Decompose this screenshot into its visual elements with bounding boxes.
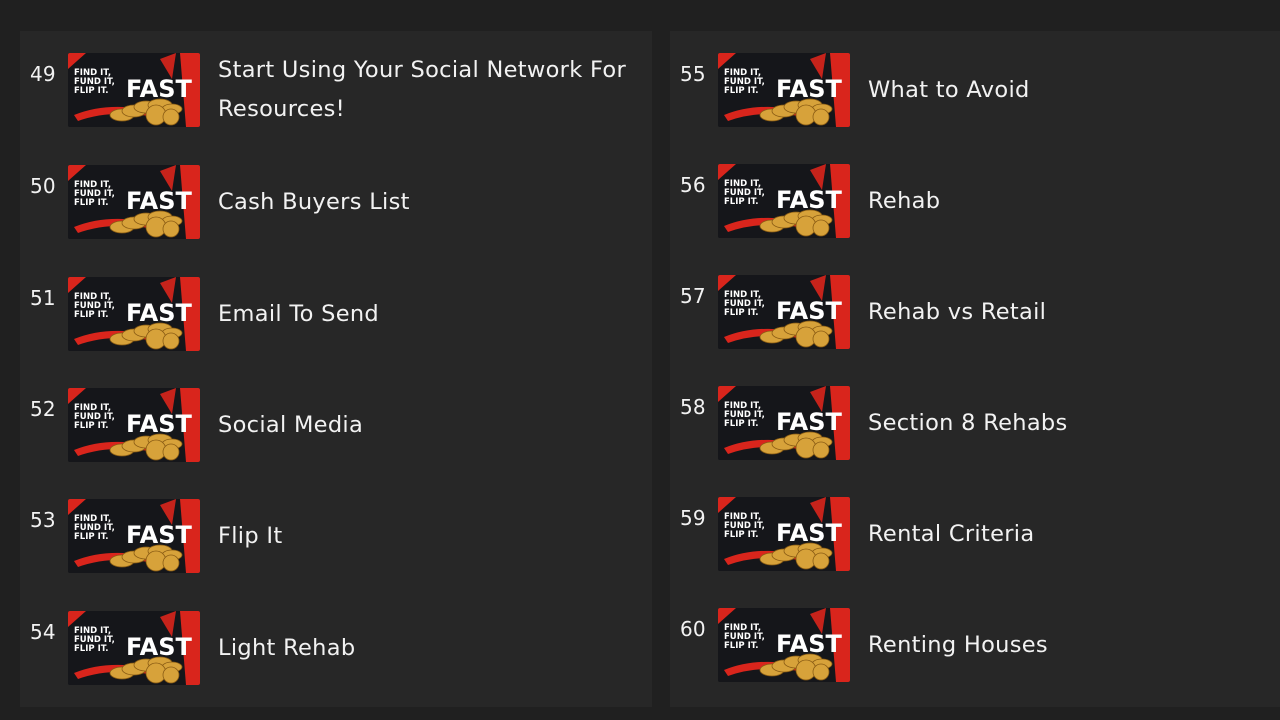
lesson-item[interactable]: 52 FIND IT, FUND IT, FLIP IT. FAST Socia… [20,366,652,466]
lesson-thumbnail[interactable]: FIND IT, FUND IT, FLIP IT. FAST [68,388,200,462]
svg-text:FAST: FAST [776,408,843,436]
svg-text:FLIP IT.: FLIP IT. [724,641,758,651]
lesson-title[interactable]: Email To Send [218,277,628,351]
lesson-list-page: 49 FIND IT, FUND IT, FLIP IT. FAST Start… [0,0,1280,720]
lesson-thumbnail[interactable]: FIND IT, FUND IT, FLIP IT. FAST [68,53,200,127]
lesson-thumbnail[interactable]: FIND IT, FUND IT, FLIP IT. FAST [718,164,850,238]
svg-text:FLIP IT.: FLIP IT. [724,308,758,318]
lesson-thumbnail[interactable]: FIND IT, FUND IT, FLIP IT. FAST [68,499,200,573]
lesson-number: 56 [680,173,706,197]
lesson-title[interactable]: Flip It [218,499,628,573]
lesson-item[interactable]: 58 FIND IT, FUND IT, FLIP IT. FAST Secti… [670,364,1280,464]
lesson-item[interactable]: 49 FIND IT, FUND IT, FLIP IT. FAST Start… [20,31,652,131]
svg-text:FAST: FAST [126,187,193,215]
lesson-number: 50 [30,174,56,198]
lesson-item[interactable]: 57 FIND IT, FUND IT, FLIP IT. FAST Rehab… [670,253,1280,353]
lesson-title[interactable]: Renting Houses [868,608,1258,682]
lesson-title[interactable]: Rental Criteria [868,497,1258,571]
svg-text:FAST: FAST [776,297,843,325]
svg-text:FLIP IT.: FLIP IT. [74,421,108,431]
svg-text:FAST: FAST [126,299,193,327]
lesson-item[interactable]: 56 FIND IT, FUND IT, FLIP IT. FAST Rehab [670,142,1280,242]
lesson-item[interactable]: 60 FIND IT, FUND IT, FLIP IT. FAST Renti… [670,586,1280,686]
svg-text:FAST: FAST [126,410,193,438]
svg-text:FLIP IT.: FLIP IT. [74,644,108,654]
lesson-number: 52 [30,397,56,421]
svg-text:FAST: FAST [126,633,193,661]
svg-text:FLIP IT.: FLIP IT. [74,86,108,96]
lesson-number: 53 [30,508,56,532]
lesson-item[interactable]: 55 FIND IT, FUND IT, FLIP IT. FAST What … [670,31,1280,131]
lesson-title[interactable]: Rehab vs Retail [868,275,1258,349]
lesson-title[interactable]: What to Avoid [868,53,1258,127]
svg-text:FLIP IT.: FLIP IT. [74,532,108,542]
lesson-title[interactable]: Rehab [868,164,1258,238]
svg-text:FLIP IT.: FLIP IT. [724,530,758,540]
lesson-thumbnail[interactable]: FIND IT, FUND IT, FLIP IT. FAST [718,608,850,682]
svg-text:FLIP IT.: FLIP IT. [724,419,758,429]
lesson-number: 54 [30,620,56,644]
lesson-thumbnail[interactable]: FIND IT, FUND IT, FLIP IT. FAST [718,386,850,460]
svg-text:FLIP IT.: FLIP IT. [74,198,108,208]
lesson-thumbnail[interactable]: FIND IT, FUND IT, FLIP IT. FAST [718,53,850,127]
lesson-thumbnail[interactable]: FIND IT, FUND IT, FLIP IT. FAST [718,497,850,571]
lesson-thumbnail[interactable]: FIND IT, FUND IT, FLIP IT. FAST [68,165,200,239]
lesson-title[interactable]: Cash Buyers List [218,165,628,239]
svg-text:FAST: FAST [126,521,193,549]
svg-text:FLIP IT.: FLIP IT. [74,310,108,320]
lesson-number: 59 [680,506,706,530]
svg-text:FLIP IT.: FLIP IT. [724,86,758,96]
lesson-item[interactable]: 51 FIND IT, FUND IT, FLIP IT. FAST Email… [20,255,652,355]
svg-text:FAST: FAST [126,75,193,103]
lesson-column-right: 55 FIND IT, FUND IT, FLIP IT. FAST What … [670,31,1280,707]
svg-text:FAST: FAST [776,186,843,214]
lesson-item[interactable]: 54 FIND IT, FUND IT, FLIP IT. FAST Light… [20,589,652,689]
svg-text:FLIP IT.: FLIP IT. [724,197,758,207]
svg-text:FAST: FAST [776,630,843,658]
lesson-thumbnail[interactable]: FIND IT, FUND IT, FLIP IT. FAST [68,277,200,351]
lesson-number: 49 [30,62,56,86]
lesson-title[interactable]: Section 8 Rehabs [868,386,1258,460]
lesson-title[interactable]: Start Using Your Social Network For Reso… [218,53,628,127]
lesson-number: 57 [680,284,706,308]
lesson-thumbnail[interactable]: FIND IT, FUND IT, FLIP IT. FAST [68,611,200,685]
lesson-number: 55 [680,62,706,86]
lesson-title[interactable]: Social Media [218,388,628,462]
lesson-number: 58 [680,395,706,419]
svg-text:FAST: FAST [776,75,843,103]
lesson-item[interactable]: 53 FIND IT, FUND IT, FLIP IT. FAST Flip … [20,477,652,577]
lesson-title[interactable]: Light Rehab [218,611,628,685]
lesson-number: 51 [30,286,56,310]
lesson-number: 60 [680,617,706,641]
lesson-item[interactable]: 50 FIND IT, FUND IT, FLIP IT. FAST Cash … [20,143,652,243]
lesson-thumbnail[interactable]: FIND IT, FUND IT, FLIP IT. FAST [718,275,850,349]
lesson-item[interactable]: 59 FIND IT, FUND IT, FLIP IT. FAST Renta… [670,475,1280,575]
lesson-column-left: 49 FIND IT, FUND IT, FLIP IT. FAST Start… [20,31,652,707]
svg-text:FAST: FAST [776,519,843,547]
